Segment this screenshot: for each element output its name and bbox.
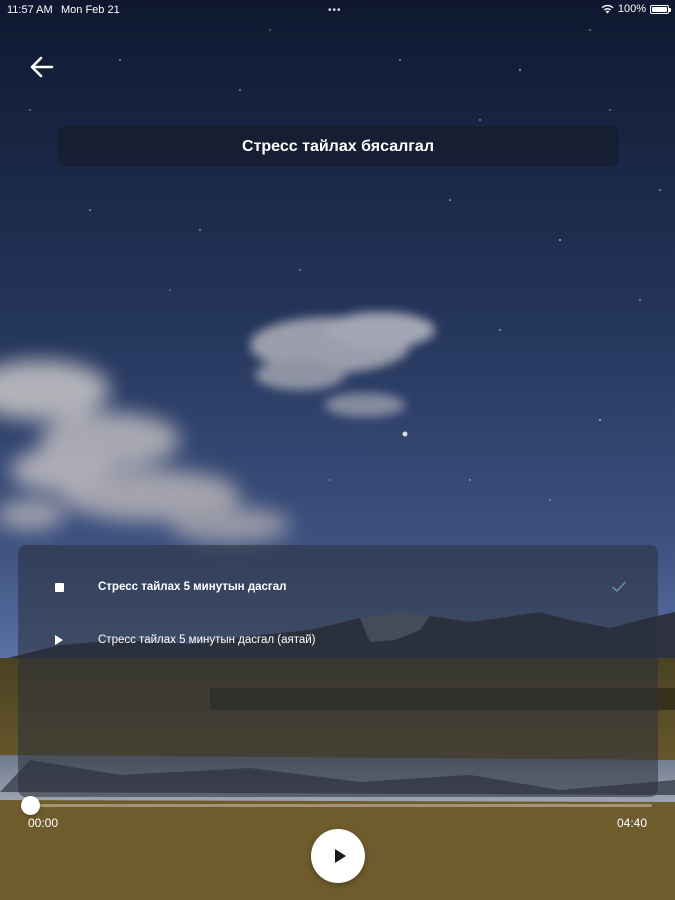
- time-total: 04:40: [616, 816, 647, 830]
- page-title: Стресс тайлах бясалгал: [242, 137, 434, 155]
- status-bar: 11:57 AM Mon Feb 21 ••• 100%: [0, 0, 675, 20]
- play-icon: [55, 635, 63, 645]
- progress-slider-track[interactable]: [30, 804, 652, 807]
- check-icon: [612, 581, 626, 592]
- time-elapsed: 00:00: [28, 816, 59, 830]
- status-time: 11:57 AM: [7, 4, 53, 16]
- play-icon: [334, 849, 346, 863]
- battery-percentage: 100%: [617, 3, 646, 15]
- track-row[interactable]: Стресс тайлах 5 минутын дасгал (аятай): [18, 625, 658, 655]
- multitasking-dots[interactable]: •••: [328, 5, 342, 16]
- wifi-icon: [601, 4, 614, 14]
- status-date: Mon Feb 21: [61, 4, 120, 16]
- play-button[interactable]: [311, 829, 365, 883]
- track-row[interactable]: Стресс тайлах 5 минутын дасгал: [18, 572, 658, 602]
- battery-icon: [650, 4, 671, 14]
- track-state-icon: [54, 635, 64, 645]
- back-button[interactable]: [24, 50, 60, 84]
- track-state-icon: [54, 582, 64, 592]
- status-right-group: 100%: [601, 3, 671, 15]
- stop-icon: [54, 582, 64, 592]
- track-title: Стресс тайлах 5 минутын дасгал (аятай): [98, 634, 316, 646]
- progress-slider-handle[interactable]: [21, 796, 40, 815]
- playlist-panel: Стресс тайлах 5 минутын дасгал Стресс та…: [18, 545, 658, 797]
- arrow-left-icon: [30, 56, 54, 78]
- title-bar: Стресс тайлах бясалгал: [57, 126, 619, 167]
- track-title: Стресс тайлах 5 минутын дасгал: [98, 581, 287, 593]
